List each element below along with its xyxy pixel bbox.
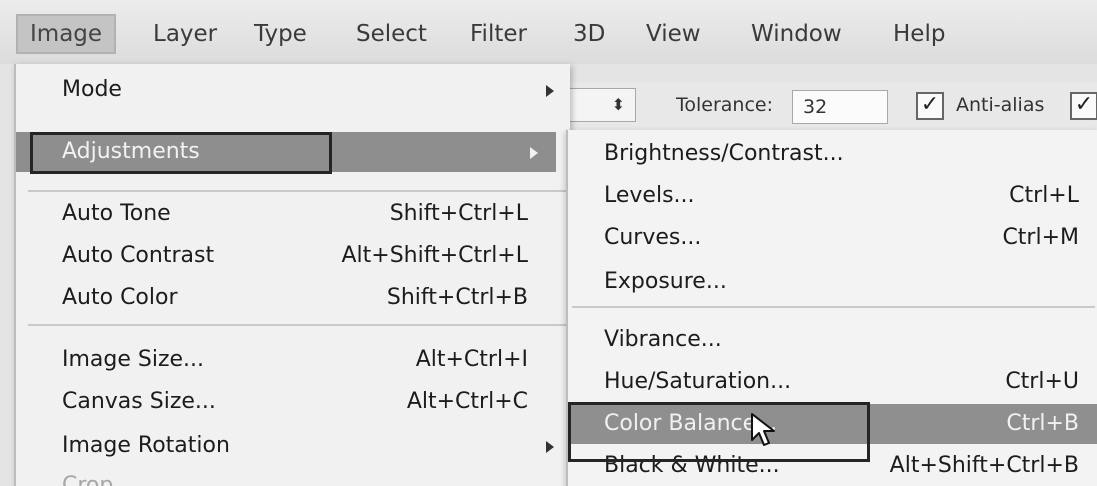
- anti-alias-checkbox[interactable]: ✓: [916, 92, 944, 120]
- menu-select[interactable]: Select: [356, 14, 427, 54]
- menu-item-hue-saturation[interactable]: Hue/Saturation... Ctrl+U: [568, 362, 1097, 402]
- adjustments-submenu: Brightness/Contrast... Levels... Ctrl+L …: [566, 130, 1097, 486]
- menu-item-vibrance[interactable]: Vibrance...: [568, 320, 1097, 360]
- menu-item-label: Black & White...: [604, 453, 780, 478]
- menu-item-image-size[interactable]: Image Size... Alt+Ctrl+I: [16, 340, 572, 380]
- menu-item-label: Canvas Size...: [62, 389, 216, 414]
- menu-item-shortcut: Alt+Shift+Ctrl+B: [889, 453, 1079, 478]
- menu-item-label: Image Size...: [62, 347, 205, 372]
- menu-item-auto-contrast[interactable]: Auto Contrast Alt+Shift+Ctrl+L: [16, 236, 572, 276]
- menu-item-label: Vibrance...: [604, 327, 722, 352]
- menu-item-shortcut: Ctrl+U: [1005, 369, 1079, 394]
- menu-item-label: Auto Tone: [62, 201, 171, 226]
- menu-help[interactable]: Help: [893, 14, 945, 54]
- menu-item-crop: Crop: [16, 466, 572, 486]
- menu-filter[interactable]: Filter: [470, 14, 527, 54]
- menu-item-auto-color[interactable]: Auto Color Shift+Ctrl+B: [16, 278, 572, 318]
- menu-item-label: Adjustments: [62, 139, 200, 164]
- menu-item-label: Image Rotation: [62, 433, 230, 458]
- menu-item-label: Brightness/Contrast...: [604, 141, 844, 166]
- tolerance-input[interactable]: 32: [792, 90, 888, 124]
- checkbox-check-icon: ✓: [920, 92, 940, 117]
- menu-item-label: Hue/Saturation...: [604, 369, 792, 394]
- menu-item-label: Mode: [62, 77, 122, 102]
- submenu-arrow-icon: [530, 147, 538, 159]
- menu-item-shortcut: Ctrl+M: [1002, 225, 1079, 250]
- tool-options-bar: ⬍ Tolerance: 32 ✓ Anti-alias ✓: [566, 82, 1097, 130]
- menu-view[interactable]: View: [646, 14, 701, 54]
- menu-item-adjustments[interactable]: Adjustments: [16, 132, 556, 172]
- menu-separator: [28, 190, 568, 192]
- menu-item-auto-tone[interactable]: Auto Tone Shift+Ctrl+L: [16, 194, 572, 234]
- checkbox-check-icon: ✓: [1074, 92, 1094, 117]
- menu-item-label: Exposure...: [604, 269, 727, 294]
- menu-separator: [28, 324, 568, 326]
- select-arrows-icon[interactable]: ⬍: [566, 88, 636, 122]
- menu-3d[interactable]: 3D: [573, 14, 605, 54]
- menu-item-image-rotation[interactable]: Image Rotation: [16, 426, 572, 466]
- menu-item-shortcut: Shift+Ctrl+B: [386, 285, 528, 310]
- menu-item-shortcut: Ctrl+B: [1006, 411, 1079, 436]
- menu-item-exposure[interactable]: Exposure...: [568, 262, 1097, 302]
- contiguous-checkbox[interactable]: ✓: [1070, 92, 1097, 120]
- menu-item-label: Auto Color: [62, 285, 178, 310]
- menu-item-canvas-size[interactable]: Canvas Size... Alt+Ctrl+C: [16, 382, 572, 422]
- menu-layer[interactable]: Layer: [153, 14, 217, 54]
- anti-alias-label: Anti-alias: [956, 94, 1045, 116]
- menu-item-color-balance[interactable]: Color Balance... Ctrl+B: [568, 404, 1097, 444]
- menu-item-shortcut: Ctrl+L: [1009, 183, 1079, 208]
- menu-item-shortcut: Alt+Ctrl+C: [406, 389, 528, 414]
- menu-window[interactable]: Window: [751, 14, 842, 54]
- image-menu: Mode Adjustments Auto Tone Shift+Ctrl+L …: [14, 64, 570, 486]
- menu-item-mode[interactable]: Mode: [16, 70, 572, 110]
- menu-item-shortcut: Shift+Ctrl+L: [389, 201, 528, 226]
- menu-item-label: Curves...: [604, 225, 702, 250]
- menu-item-label: Crop: [62, 473, 114, 486]
- menu-item-shortcut: Alt+Ctrl+I: [415, 347, 528, 372]
- menu-separator: [572, 306, 1095, 308]
- submenu-arrow-icon: [546, 441, 554, 453]
- menu-item-black-white[interactable]: Black & White... Alt+Shift+Ctrl+B: [568, 446, 1097, 486]
- mouse-cursor-icon: [751, 413, 775, 446]
- menu-image[interactable]: Image: [16, 14, 117, 54]
- menu-item-brightness-contrast[interactable]: Brightness/Contrast...: [568, 134, 1097, 174]
- menu-item-levels[interactable]: Levels... Ctrl+L: [568, 176, 1097, 216]
- menu-bar: Image Layer Type Select Filter 3D View W…: [0, 0, 1097, 64]
- submenu-arrow-icon: [546, 85, 554, 97]
- menu-item-curves[interactable]: Curves... Ctrl+M: [568, 218, 1097, 258]
- menu-item-label: Auto Contrast: [62, 243, 215, 268]
- menu-item-label: Levels...: [604, 183, 695, 208]
- menu-item-shortcut: Alt+Shift+Ctrl+L: [341, 243, 529, 268]
- menu-type[interactable]: Type: [254, 14, 307, 54]
- tolerance-label: Tolerance:: [676, 94, 774, 116]
